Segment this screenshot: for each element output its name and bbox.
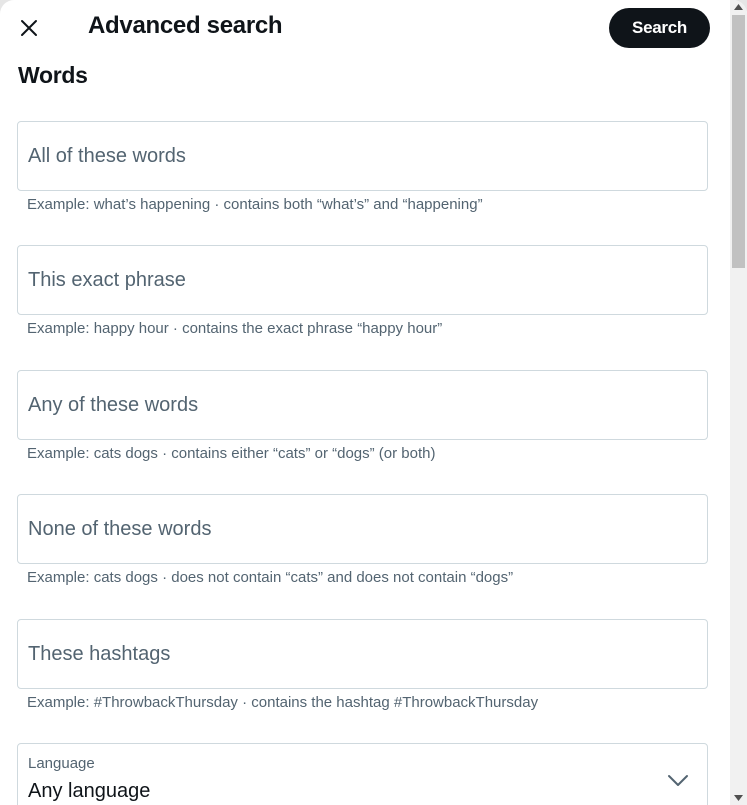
close-icon — [21, 20, 37, 36]
scrollbar[interactable] — [730, 0, 747, 805]
scroll-up-arrow-icon — [734, 4, 743, 10]
exact-phrase-hint: Example: happy hour · contains the exact… — [27, 320, 443, 337]
scrollbar-thumb[interactable] — [732, 15, 745, 268]
hashtags-field[interactable] — [17, 619, 708, 689]
any-words-field[interactable] — [17, 370, 708, 440]
search-button[interactable]: Search — [609, 8, 710, 48]
language-selected-value: Any language — [28, 780, 151, 802]
scroll-down-arrow-icon — [734, 795, 743, 801]
hashtags-input[interactable] — [18, 620, 707, 688]
exact-phrase-input[interactable] — [18, 246, 707, 314]
all-words-input[interactable] — [18, 122, 707, 190]
none-words-field[interactable] — [17, 494, 708, 564]
language-select[interactable]: Language Any language — [17, 743, 708, 805]
chevron-down-icon — [668, 775, 688, 786]
none-words-input[interactable] — [18, 495, 707, 563]
hashtags-hint: Example: #ThrowbackThursday · contains t… — [27, 694, 539, 711]
language-label: Language — [28, 755, 95, 772]
scroll-up-button[interactable] — [730, 0, 747, 14]
all-words-hint: Example: what’s happening · contains bot… — [27, 196, 483, 213]
scroll-down-button[interactable] — [730, 791, 747, 805]
advanced-search-modal: Advanced search Search Words Example: wh… — [0, 0, 747, 805]
all-words-field[interactable] — [17, 121, 708, 191]
page-title: Advanced search — [88, 12, 283, 39]
none-words-hint: Example: cats dogs · does not contain “c… — [27, 569, 514, 586]
exact-phrase-field[interactable] — [17, 245, 708, 315]
any-words-input[interactable] — [18, 371, 707, 439]
section-title-words: Words — [18, 62, 88, 88]
close-button[interactable] — [12, 11, 46, 45]
any-words-hint: Example: cats dogs · contains either “ca… — [27, 445, 436, 462]
modal-header: Advanced search Search — [0, 0, 728, 56]
